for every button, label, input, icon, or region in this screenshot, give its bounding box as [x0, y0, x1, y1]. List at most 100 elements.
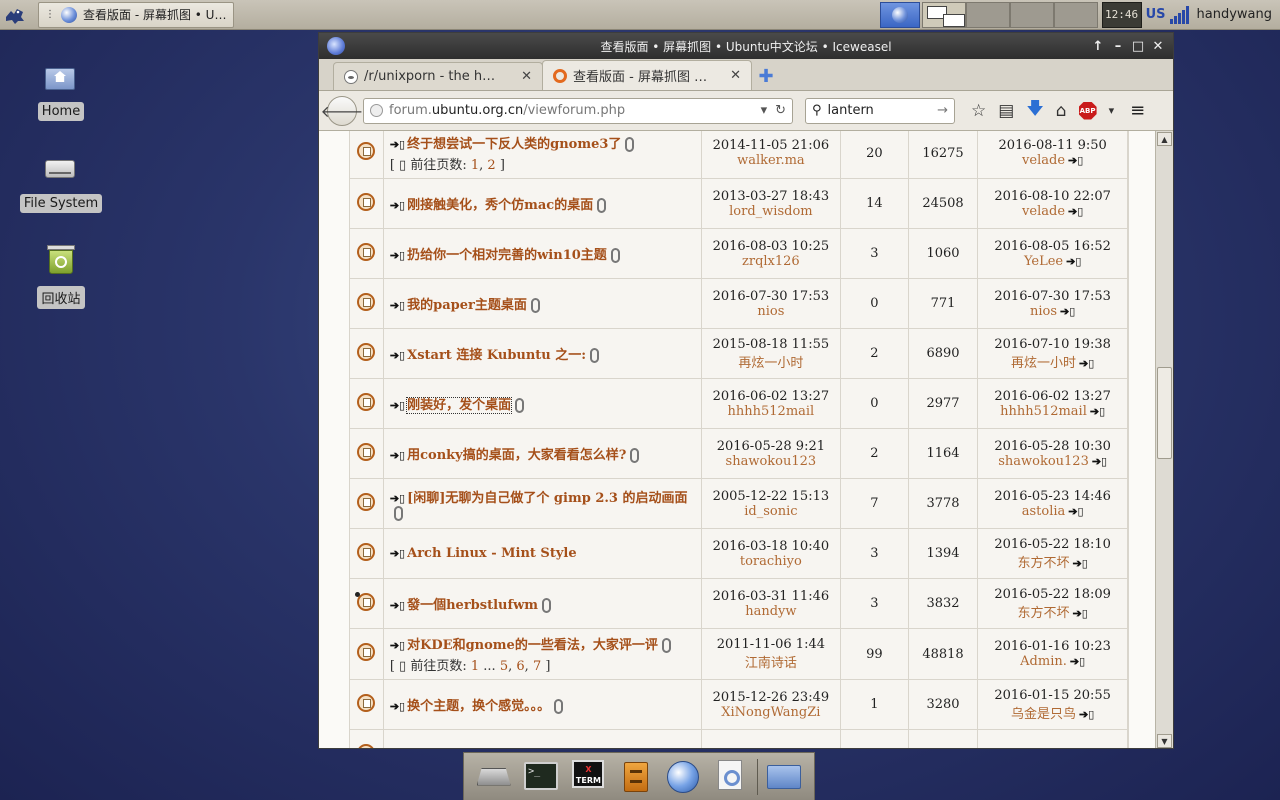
goto-unread-icon[interactable]: ➔▯ [390, 639, 405, 652]
user-menu[interactable]: handywang [1197, 7, 1272, 22]
scroll-thumb[interactable] [1157, 367, 1172, 459]
goto-last-post-icon[interactable]: ➔▯ [1060, 305, 1075, 318]
topic-title-link[interactable]: 我的paper主题桌面 [407, 298, 527, 313]
topic-title-link[interactable]: Arch Linux - Mint Style [407, 546, 576, 561]
last-post-author[interactable]: velade [1022, 204, 1065, 219]
goto-unread-icon[interactable]: ➔▯ [390, 199, 405, 212]
topic-title-link[interactable]: Xstart 连接 Kubuntu 之一: [407, 348, 586, 363]
topic-title-link[interactable]: 刚接触美化，秀个仿mac的桌面 [407, 198, 593, 213]
topic-title-link[interactable]: 發一個herbstlufwm [407, 598, 538, 613]
home-icon[interactable]: ⌂ [1056, 101, 1067, 121]
network-signal-icon[interactable] [1169, 5, 1189, 24]
goto-unread-icon[interactable]: ➔▯ [390, 249, 405, 262]
keyboard-layout-indicator[interactable]: US [1146, 7, 1166, 22]
page-link[interactable]: 2 [487, 158, 495, 173]
reload-icon[interactable]: ↻ [775, 103, 786, 118]
scroll-down-icon[interactable]: ▼ [1157, 734, 1172, 748]
goto-last-post-icon[interactable]: ➔▯ [1073, 557, 1088, 570]
first-post-author[interactable]: torachiyo [704, 554, 839, 569]
workspace-4[interactable] [1053, 1, 1098, 28]
page-link[interactable]: 1 [471, 659, 479, 674]
bookmark-star-icon[interactable]: ☆ [971, 101, 986, 121]
topic-title-link[interactable]: 终于想尝试一下反人类的gnome3了 [407, 137, 621, 152]
topic-title-link[interactable]: 换个主题，换个感觉。。。 [407, 699, 550, 714]
page-link[interactable]: 5 [500, 659, 508, 674]
downloads-icon[interactable]: 🡇 [1026, 96, 1043, 125]
workspace-2[interactable] [965, 1, 1010, 28]
tab-unixporn[interactable]: /r/unixporn - the h… ✕ [333, 62, 543, 90]
adblock-dropdown-icon[interactable]: ▾ [1109, 104, 1115, 117]
goto-last-post-icon[interactable]: ➔▯ [1068, 154, 1083, 167]
last-post-author[interactable]: astolia [1022, 504, 1066, 519]
panel-clock[interactable]: 12:46 [1101, 1, 1142, 28]
page-link[interactable]: 6 [516, 659, 524, 674]
url-history-dropdown-icon[interactable]: ▾ [761, 103, 768, 118]
goto-unread-icon[interactable]: ➔▯ [390, 399, 405, 412]
app-finder-icon[interactable] [710, 756, 752, 798]
tab-forum-screenshots[interactable]: 查看版面 - 屏幕抓图 … ✕ [542, 60, 752, 90]
first-post-author[interactable]: 江南诗话 [704, 652, 839, 671]
goto-unread-icon[interactable]: ➔▯ [390, 492, 405, 505]
workspace-3[interactable] [1009, 1, 1054, 28]
goto-unread-icon[interactable]: ➔▯ [390, 349, 405, 362]
window-maximize-button[interactable]: □ [1131, 39, 1145, 54]
tab-close-icon[interactable]: ✕ [521, 69, 532, 84]
goto-unread-icon[interactable]: ➔▯ [390, 599, 405, 612]
last-post-author[interactable]: hhhh512mail [1000, 404, 1087, 419]
window-shade-button[interactable]: ↑ [1091, 39, 1105, 54]
search-go-icon[interactable]: → [937, 103, 948, 118]
topic-title-link[interactable]: 扔给你一个相对完善的win10主题 [407, 248, 607, 263]
last-post-author[interactable]: 东方不坏 [1018, 606, 1070, 621]
first-post-author[interactable]: hhhh512mail [704, 404, 839, 419]
goto-last-post-icon[interactable]: ➔▯ [1079, 708, 1094, 721]
goto-last-post-icon[interactable]: ➔▯ [1079, 357, 1094, 370]
window-close-button[interactable]: ✕ [1151, 39, 1165, 54]
terminal-icon[interactable]: >_ [520, 756, 562, 798]
search-input[interactable]: lantern [828, 103, 932, 118]
topic-title-link[interactable]: 刚装好，发个桌面 [406, 397, 513, 414]
last-post-author[interactable]: YeLee [1024, 254, 1063, 269]
first-post-author[interactable]: 再炫一小时 [704, 352, 839, 371]
file-manager-icon[interactable] [615, 756, 657, 798]
last-post-author[interactable]: 乌金是只鸟 [1011, 707, 1076, 722]
whisker-menu-button[interactable] [0, 0, 30, 30]
goto-last-post-icon[interactable]: ➔▯ [1090, 405, 1105, 418]
reading-list-icon[interactable]: ▤ [998, 101, 1014, 121]
tab-close-icon[interactable]: ✕ [730, 68, 741, 83]
last-post-author[interactable]: velade [1022, 153, 1065, 168]
first-post-author[interactable]: XiNongWangZi [704, 705, 839, 720]
window-minimize-button[interactable]: – [1111, 39, 1125, 54]
adblock-plus-icon[interactable]: ABP [1078, 101, 1097, 120]
workspace-1[interactable] [921, 1, 966, 28]
url-bar[interactable]: forum.ubuntu.org.cn/viewforum.php ▾ ↻ [363, 97, 793, 124]
last-post-author[interactable]: Admin. [1020, 654, 1067, 669]
goto-unread-icon[interactable]: ➔▯ [390, 138, 405, 151]
topic-title-link[interactable]: [闲聊]无聊为自己做了个 gimp 2.3 的启动画面 [407, 491, 687, 506]
goto-last-post-icon[interactable]: ➔▯ [1070, 655, 1085, 668]
window-titlebar[interactable]: 查看版面 • 屏幕抓图 • Ubuntu中文论坛 • Iceweasel ↑ –… [319, 33, 1173, 59]
page-link[interactable]: 7 [533, 659, 541, 674]
desktop-icon-file-system[interactable]: File System [16, 150, 106, 213]
xterm-icon[interactable]: X TERM [567, 756, 609, 798]
first-post-author[interactable]: zrqlx126 [704, 254, 839, 269]
show-desktop-icon[interactable] [473, 756, 515, 798]
last-post-author[interactable]: nios [1030, 304, 1057, 319]
hamburger-menu-icon[interactable]: ≡ [1130, 100, 1145, 121]
back-button[interactable]: 🡐 [321, 95, 363, 126]
taskbar-window-button[interactable]: ⋮ 查看版面 - 屏幕抓图 • Ub… [38, 1, 234, 28]
folder-icon[interactable] [763, 756, 805, 798]
first-post-author[interactable]: nios [704, 304, 839, 319]
topic-title-link[interactable]: 对KDE和gnome的一些看法，大家评一评 [407, 638, 658, 653]
topic-title-link[interactable]: 用conky搞的桌面，大家看看怎么样? [407, 448, 626, 463]
goto-last-post-icon[interactable]: ➔▯ [1068, 505, 1083, 518]
first-post-author[interactable]: shawokou123 [704, 454, 839, 469]
goto-unread-icon[interactable]: ➔▯ [390, 700, 405, 713]
desktop-icon-trash[interactable]: 回收站 [16, 242, 106, 309]
tray-browser-icon[interactable] [879, 1, 920, 28]
first-post-author[interactable]: handyw [704, 604, 839, 619]
goto-last-post-icon[interactable]: ➔▯ [1066, 255, 1081, 268]
goto-last-post-icon[interactable]: ➔▯ [1073, 607, 1088, 620]
goto-last-post-icon[interactable]: ➔▯ [1092, 455, 1107, 468]
last-post-author[interactable]: 再炫一小时 [1011, 356, 1076, 371]
site-identity-icon[interactable] [370, 104, 383, 117]
